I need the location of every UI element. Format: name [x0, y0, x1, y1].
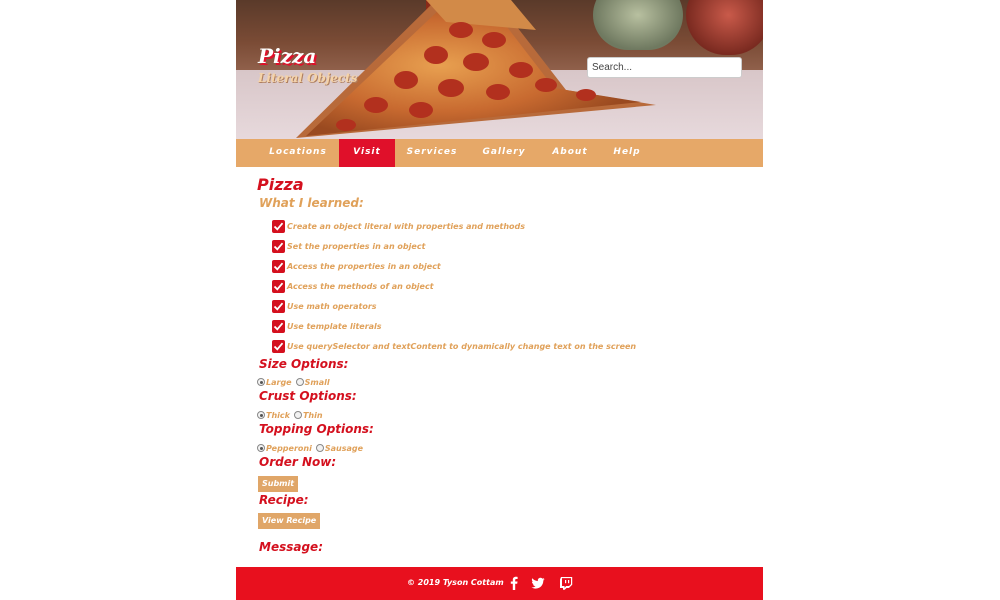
crust-options-heading: Crust Options:: [259, 389, 357, 403]
size-small-radio[interactable]: [295, 378, 304, 386]
nav-item-services[interactable]: Services: [401, 139, 463, 167]
crust-thick-label: Thick: [266, 410, 290, 420]
learned-item-text: Use querySelector and textContent to dyn…: [287, 341, 637, 351]
twitter-icon[interactable]: [531, 576, 545, 590]
size-large-radio[interactable]: [257, 378, 265, 386]
nav-item-gallery[interactable]: Gallery: [476, 139, 532, 167]
learned-item: Use math operators: [272, 299, 377, 313]
size-large-label: Large: [266, 377, 292, 387]
learned-item: Access the methods of an object: [272, 279, 434, 293]
topping-options-group: Pepperoni Sausage: [257, 442, 363, 454]
page-title: Pizza: [257, 175, 304, 194]
topping-pepperoni-radio[interactable]: [257, 444, 265, 452]
crust-thin-radio[interactable]: [293, 411, 302, 419]
hero-title: Pizza: [258, 44, 317, 68]
hero-subtitle: Literal Objects: [258, 71, 358, 85]
learned-item: Use template literals: [272, 319, 382, 333]
learned-item: Access the properties in an object: [272, 259, 441, 273]
crust-thick-radio[interactable]: [257, 411, 265, 419]
nav-item-locations[interactable]: Locations: [261, 139, 335, 167]
main-nav: Locations Visit Services Gallery About H…: [236, 139, 763, 167]
twitch-icon[interactable]: [559, 576, 573, 590]
view-recipe-button[interactable]: View Recipe: [258, 513, 321, 529]
topping-pepperoni-label: Pepperoni: [266, 443, 312, 453]
order-heading: Order Now:: [259, 455, 337, 469]
learned-item-text: Create an object literal with properties…: [287, 221, 526, 231]
crust-options-group: Thick Thin: [257, 409, 323, 421]
nav-item-help[interactable]: Help: [608, 139, 646, 167]
checkmark-icon: [272, 339, 285, 353]
checkmark-icon: [272, 279, 285, 293]
nav-item-about[interactable]: About: [546, 139, 594, 167]
recipe-heading: Recipe:: [259, 493, 309, 507]
topping-sausage-radio[interactable]: [315, 444, 324, 452]
topping-sausage-label: Sausage: [324, 443, 364, 453]
learned-heading: What I learned:: [259, 196, 364, 210]
learned-item-text: Access the properties in an object: [287, 261, 441, 271]
learned-item: Set the properties in an object: [272, 239, 425, 253]
learned-item-text: Access the methods of an object: [287, 281, 434, 291]
learned-item-text: Set the properties in an object: [287, 241, 426, 251]
crust-thin-label: Thin: [302, 410, 323, 420]
facebook-icon[interactable]: [507, 576, 521, 590]
search-input[interactable]: [587, 57, 742, 78]
message-heading: Message:: [259, 540, 323, 554]
learned-item-text: Use template literals: [287, 321, 382, 331]
learned-item-text: Use math operators: [287, 301, 377, 311]
size-options-heading: Size Options:: [259, 357, 349, 371]
footer: © 2019 Tyson Cottam: [236, 567, 763, 600]
topping-options-heading: Topping Options:: [259, 422, 374, 436]
checkmark-icon: [272, 319, 285, 333]
checkmark-icon: [272, 239, 285, 253]
submit-button[interactable]: Submit: [258, 476, 299, 492]
checkmark-icon: [272, 219, 285, 233]
learned-item: Create an object literal with properties…: [272, 219, 525, 233]
checkmark-icon: [272, 299, 285, 313]
hero-banner: Pizza Literal Objects: [236, 0, 763, 139]
size-small-label: Small: [304, 377, 330, 387]
size-options-group: Large Small: [257, 376, 330, 388]
page: Pizza Literal Objects Locations Visit Se…: [236, 0, 763, 600]
nav-item-visit[interactable]: Visit: [339, 139, 395, 167]
checkmark-icon: [272, 259, 285, 273]
learned-item: Use querySelector and textContent to dyn…: [272, 339, 636, 353]
copyright-text: © 2019 Tyson Cottam: [407, 578, 504, 587]
